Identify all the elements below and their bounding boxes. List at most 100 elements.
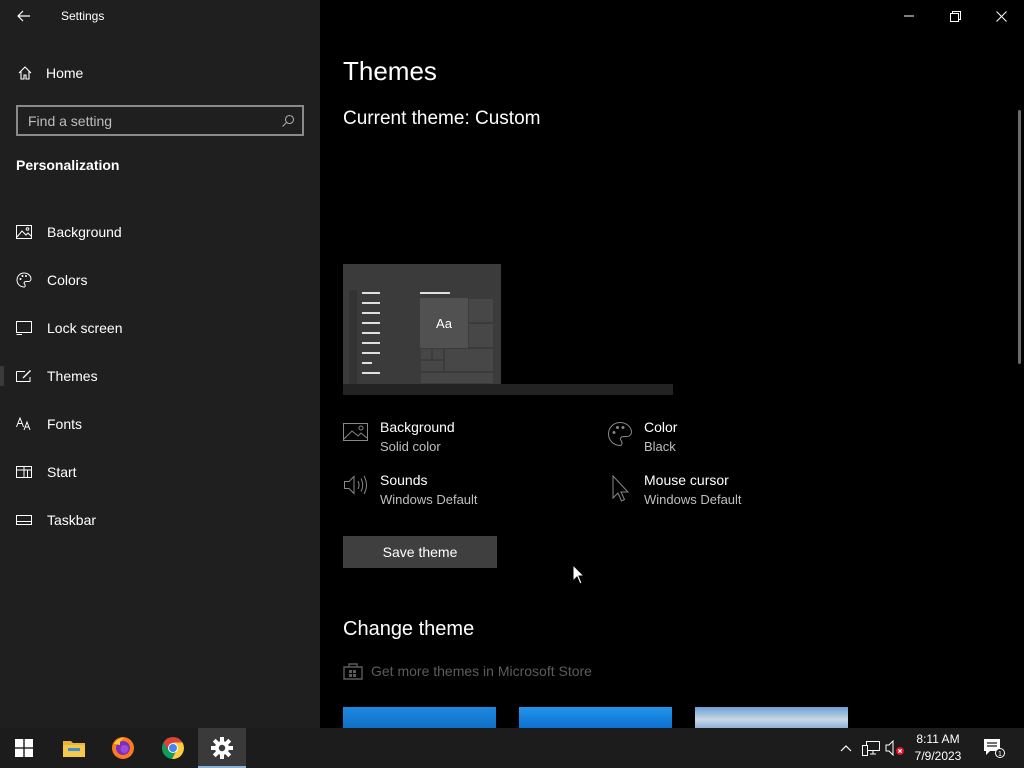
palette-icon (607, 419, 644, 454)
taskbar-icon (0, 515, 47, 525)
preview-menu-lines (362, 292, 380, 382)
windows-logo-icon (15, 739, 33, 757)
chrome-button[interactable] (149, 728, 197, 768)
sidebar-item-background[interactable]: Background (0, 208, 320, 256)
sounds-property[interactable]: Sounds Windows Default (343, 472, 478, 507)
chevron-up-icon (840, 745, 852, 752)
sidebar-item-label: Themes (47, 368, 98, 384)
taskbar: 8:11 AM 7/9/2023 1 (0, 728, 1024, 768)
settings-button[interactable] (198, 728, 246, 768)
store-bag-icon (343, 662, 371, 680)
preview-tile (444, 348, 494, 372)
sidebar-item-lock-screen[interactable]: Lock screen (0, 304, 320, 352)
theme-preview: Aa (343, 264, 501, 391)
window-title: Settings (61, 9, 105, 23)
preview-tile (468, 298, 494, 323)
network-icon (862, 741, 880, 756)
cursor-icon (607, 472, 644, 507)
property-value: Windows Default (380, 492, 478, 507)
search-input[interactable] (18, 112, 274, 129)
speaker-icon (343, 472, 380, 507)
lock-screen-icon (0, 321, 47, 335)
mouse-cursor-property[interactable]: Mouse cursor Windows Default (607, 472, 742, 507)
sidebar-item-label: Taskbar (47, 512, 97, 528)
page-title: Themes (343, 56, 437, 86)
back-button[interactable] (8, 4, 40, 28)
firefox-icon (112, 737, 134, 759)
restore-button[interactable] (932, 0, 978, 32)
background-property[interactable]: Background Solid color (343, 419, 455, 454)
search-box[interactable] (16, 105, 304, 136)
show-hidden-icons-button[interactable] (840, 738, 852, 758)
save-theme-button[interactable]: Save theme (343, 536, 497, 568)
preview-tile (420, 360, 444, 372)
property-value: Solid color (380, 439, 441, 454)
home-nav-item[interactable]: Home (0, 58, 320, 88)
chrome-icon (161, 737, 185, 760)
section-title: Personalization (16, 157, 120, 173)
preview-taskbar (343, 384, 673, 395)
sidebar-item-label: Background (47, 224, 122, 240)
current-theme-heading: Current theme: Custom (343, 108, 541, 129)
clock-time: 8:11 AM (916, 732, 960, 746)
palette-icon (0, 272, 47, 288)
notification-count: 1 (998, 751, 1002, 758)
sidebar-item-taskbar[interactable]: Taskbar (0, 496, 320, 544)
notification-icon: 1 (984, 739, 1005, 758)
scrollbar[interactable] (1018, 110, 1021, 364)
theme-thumbnail-windows-light[interactable] (519, 707, 672, 728)
themes-icon (0, 369, 47, 383)
property-name: Mouse cursor (644, 472, 729, 488)
clock-date: 7/9/2023 (914, 749, 962, 763)
search-icon[interactable] (274, 114, 302, 128)
change-theme-heading: Change theme (343, 618, 475, 640)
theme-thumbnail-windows[interactable] (343, 707, 496, 728)
preview-tile (420, 348, 432, 360)
property-name: Sounds (380, 472, 428, 488)
minimize-icon (904, 15, 914, 17)
settings-sidebar: Settings Home Personalization Background… (0, 0, 320, 728)
preview-sample-text: Aa (420, 298, 468, 348)
property-value: Windows Default (644, 492, 742, 507)
network-tray-button[interactable] (862, 738, 880, 758)
store-link-label: Get more themes in Microsoft Store (371, 663, 592, 679)
home-icon (0, 65, 46, 81)
firefox-button[interactable] (99, 728, 147, 768)
preview-sidebar (349, 290, 357, 384)
color-property[interactable]: Color Black (607, 419, 677, 454)
preview-tile (432, 348, 444, 360)
file-explorer-icon (63, 741, 85, 757)
store-link[interactable]: Get more themes in Microsoft Store (343, 662, 592, 680)
volume-muted-icon (885, 740, 904, 756)
fonts-icon (0, 417, 47, 431)
picture-icon (0, 225, 47, 239)
preview-header-line (420, 292, 450, 294)
preview-tile (468, 323, 494, 348)
file-explorer-button[interactable] (50, 728, 98, 768)
preview-tile (420, 372, 494, 384)
sidebar-item-themes[interactable]: Themes (0, 352, 320, 400)
property-name: Background (380, 419, 455, 435)
start-icon (0, 466, 47, 478)
back-arrow-icon (17, 10, 30, 22)
home-label: Home (46, 65, 84, 81)
settings-icon (211, 737, 233, 759)
picture-icon (343, 419, 380, 454)
sidebar-item-label: Lock screen (47, 320, 123, 336)
sidebar-item-start[interactable]: Start (0, 448, 320, 496)
action-center-button[interactable]: 1 (983, 738, 1005, 758)
close-button[interactable] (978, 0, 1024, 32)
close-icon (995, 10, 1007, 22)
system-clock[interactable]: 8:11 AM 7/9/2023 (905, 731, 971, 765)
sidebar-item-label: Start (47, 464, 77, 480)
start-button[interactable] (0, 728, 48, 768)
volume-tray-button[interactable] (885, 738, 905, 758)
mouse-pointer-icon (572, 564, 586, 585)
sidebar-item-colors[interactable]: Colors (0, 256, 320, 304)
sidebar-item-fonts[interactable]: Fonts (0, 400, 320, 448)
minimize-button[interactable] (886, 0, 932, 32)
property-name: Color (644, 419, 678, 435)
restore-icon (949, 10, 961, 22)
theme-thumbnail-flowers[interactable] (695, 707, 848, 728)
sidebar-item-label: Fonts (47, 416, 83, 432)
